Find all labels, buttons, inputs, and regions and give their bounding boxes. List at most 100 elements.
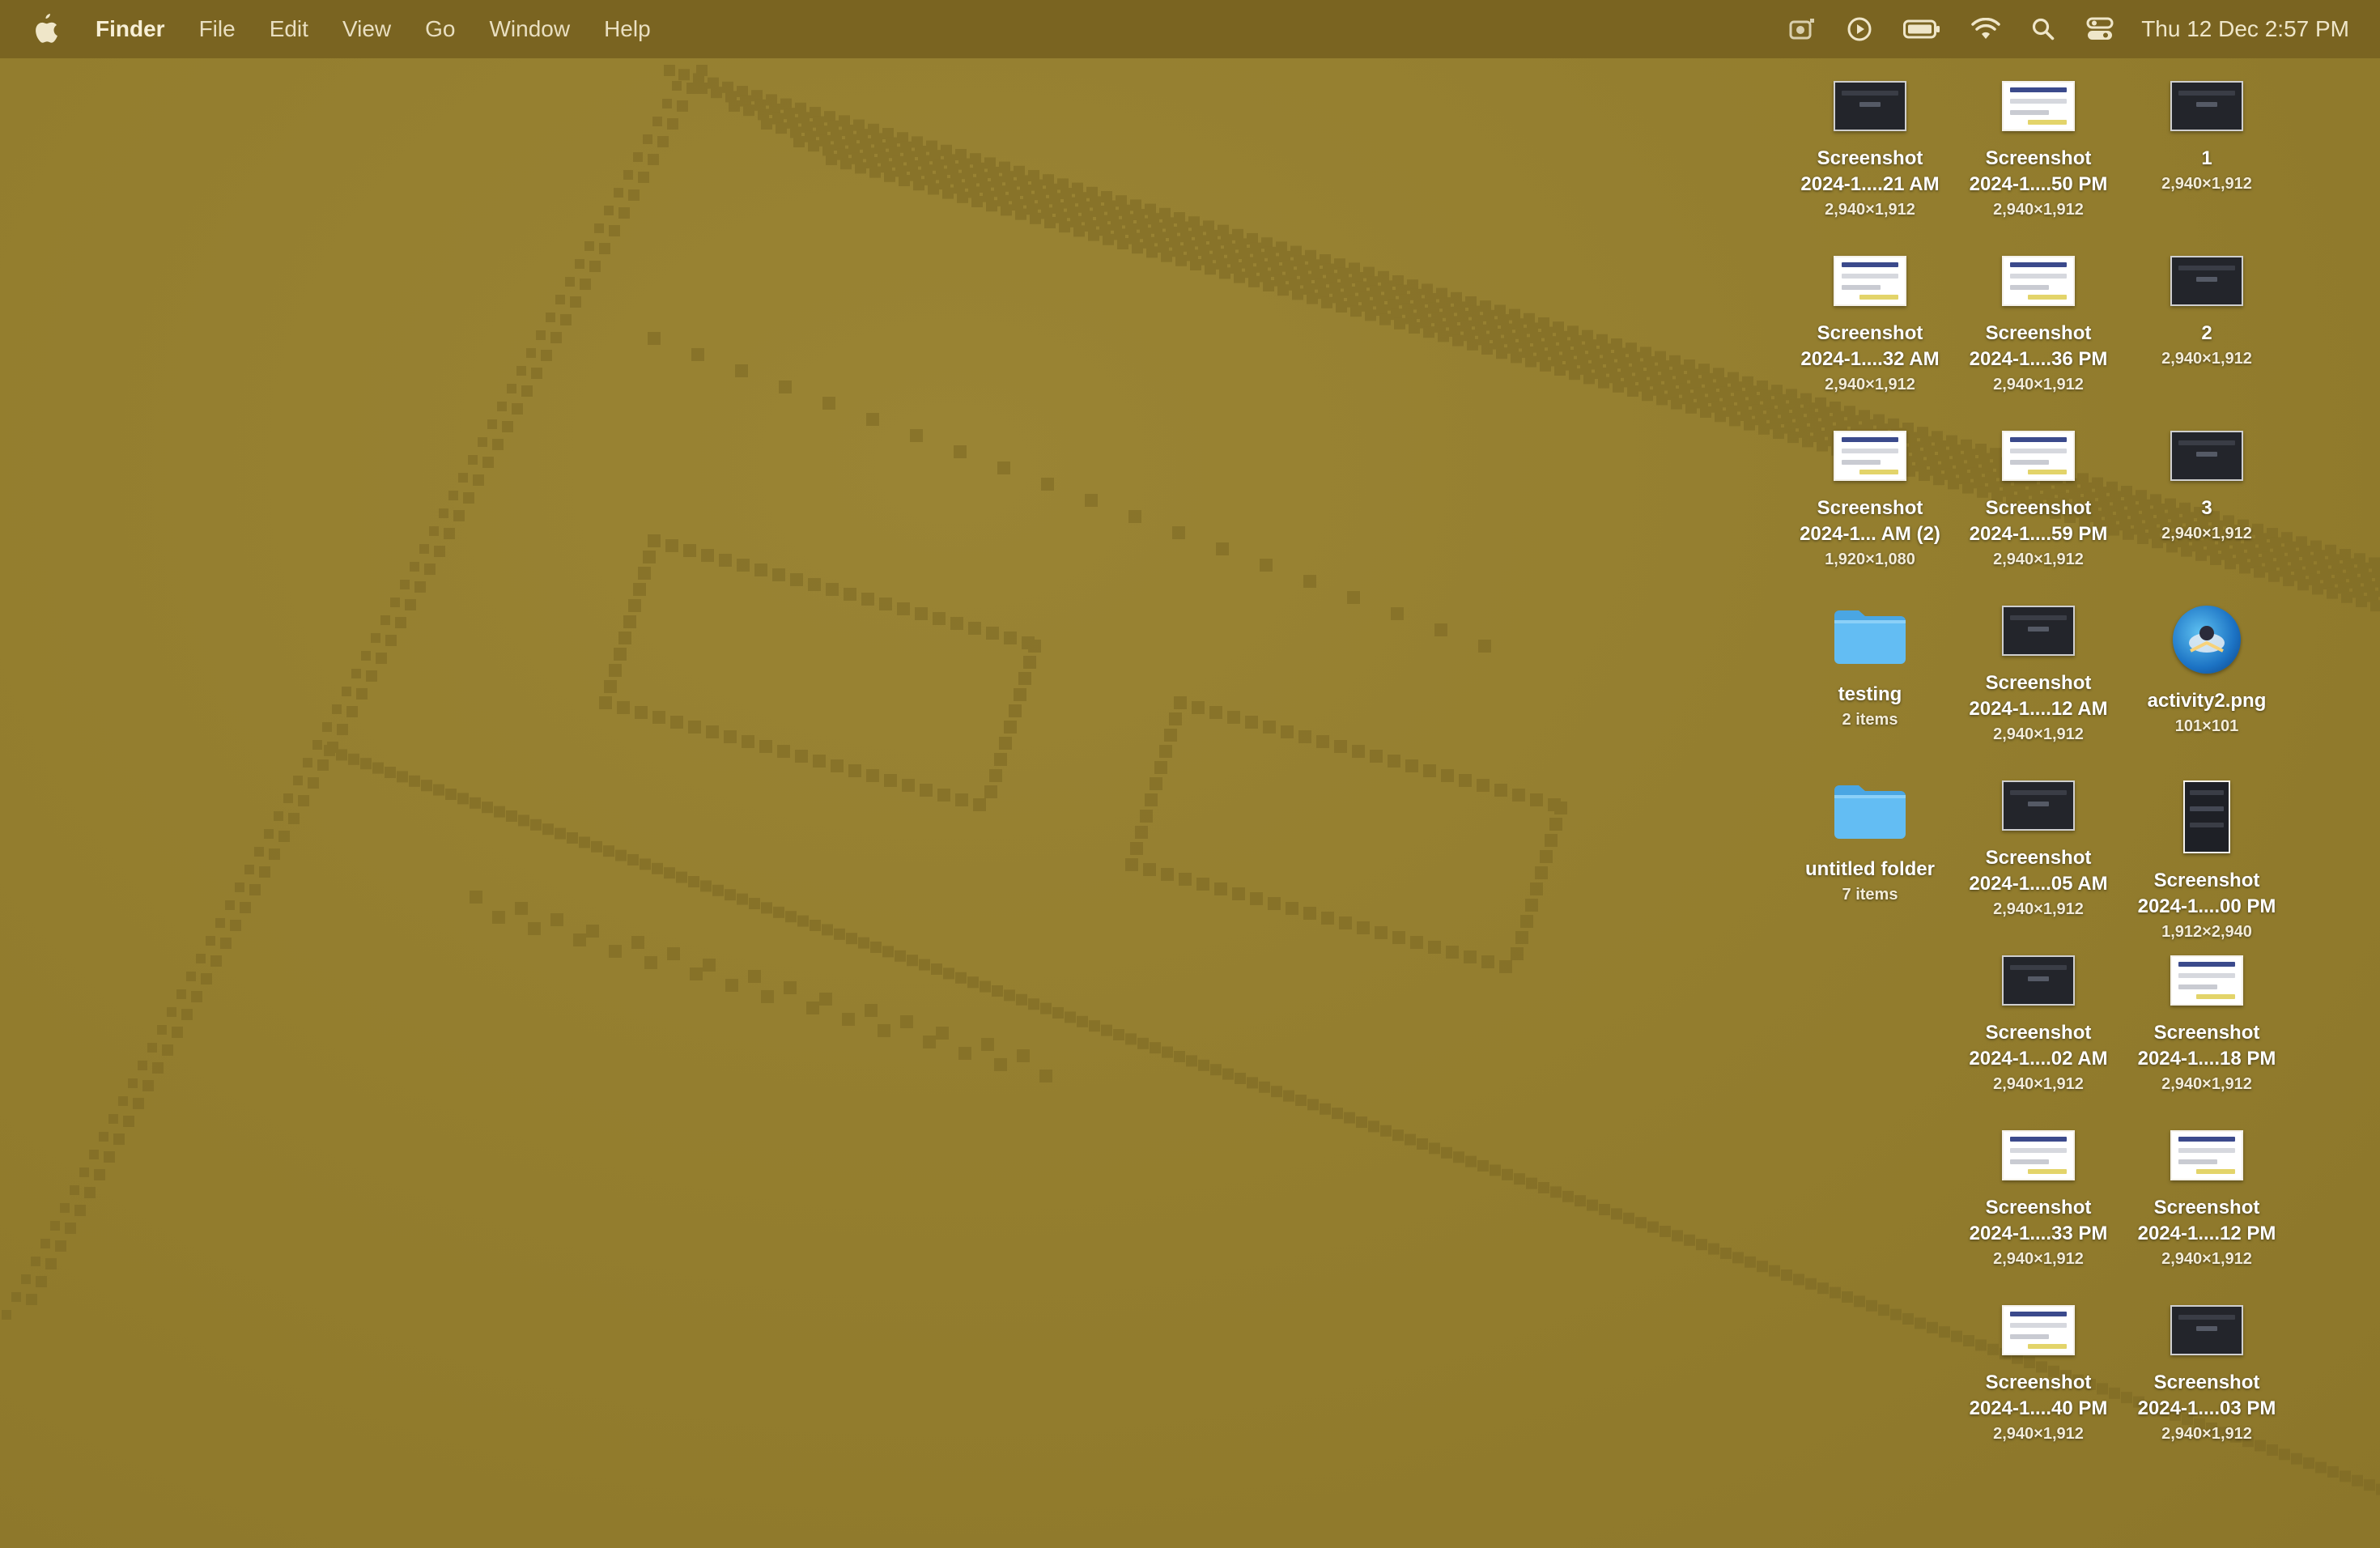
screenshot-thumbnail-icon: [2170, 955, 2243, 1006]
item-meta: 2,940×1,912: [1993, 900, 2084, 918]
desktop-file[interactable]: Screenshot 2024-1....12 AM 2,940×1,912: [1957, 606, 2119, 746]
item-meta: 2,940×1,912: [2161, 1075, 2252, 1093]
folder-icon: [1831, 606, 1909, 667]
desktop-folder[interactable]: testing 2 items: [1789, 606, 1951, 732]
menu-window[interactable]: Window: [489, 16, 570, 42]
apple-menu-icon[interactable]: [32, 14, 58, 45]
desktop-file[interactable]: 2 2,940×1,912: [2126, 256, 2288, 371]
menu-finder[interactable]: Finder: [96, 16, 165, 42]
screenshot-thumbnail-icon: [2002, 431, 2075, 481]
item-meta: 2,940×1,912: [1993, 551, 2084, 568]
screenshot-thumbnail-icon: [2002, 1130, 2075, 1180]
item-name: 2: [2201, 322, 2212, 344]
menu-view[interactable]: View: [342, 16, 391, 42]
item-name: Screenshot: [1817, 147, 1923, 169]
item-meta: 2,940×1,912: [2161, 525, 2252, 542]
play-circle-icon[interactable]: [1847, 16, 1872, 42]
desktop-file[interactable]: Screenshot 2024-1....18 PM 2,940×1,912: [2126, 955, 2288, 1096]
desktop-file[interactable]: Screenshot 2024-1....59 PM 2,940×1,912: [1957, 431, 2119, 572]
desktop-file[interactable]: Screenshot 2024-1....05 AM 2,940×1,912: [1957, 780, 2119, 921]
item-meta: 2,940×1,912: [1993, 1425, 2084, 1443]
screenshot-thumbnail-icon: [2002, 81, 2075, 131]
item-name: Screenshot: [1985, 1372, 2092, 1393]
desktop-file[interactable]: Screenshot 2024-1....40 PM 2,940×1,912: [1957, 1305, 2119, 1446]
item-meta: 2,940×1,912: [1993, 376, 2084, 393]
wifi-icon[interactable]: [1971, 18, 2000, 40]
item-meta: 2,940×1,912: [2161, 175, 2252, 193]
screenshot-thumbnail-icon: [2002, 780, 2075, 831]
menu-file[interactable]: File: [199, 16, 236, 42]
screenshot-thumbnail-icon: [2002, 1305, 2075, 1355]
image-thumbnail-icon: [2173, 606, 2241, 674]
item-meta: 7 items: [1842, 886, 1898, 904]
desktop-file[interactable]: Screenshot 2024-1....00 PM 1,912×2,940: [2126, 780, 2288, 944]
screenshot-thumbnail-icon: [2170, 431, 2243, 481]
battery-icon[interactable]: [1903, 19, 1940, 39]
lunar-icon[interactable]: [1788, 17, 1816, 41]
desktop-file[interactable]: activity2.png 101×101: [2126, 606, 2288, 738]
item-name: Screenshot: [1985, 1022, 2092, 1044]
item-name: Screenshot: [2153, 870, 2260, 891]
item-name: 1: [2201, 147, 2212, 169]
item-subtitle: 2024-1....40 PM: [1969, 1397, 2108, 1419]
item-subtitle: 2024-1....33 PM: [1969, 1223, 2108, 1244]
search-icon[interactable]: [2031, 17, 2055, 41]
desktop-file[interactable]: Screenshot 2024-1....32 AM 2,940×1,912: [1789, 256, 1951, 397]
item-meta: 2,940×1,912: [2161, 350, 2252, 368]
desktop-file[interactable]: Screenshot 2024-1....03 PM 2,940×1,912: [2126, 1305, 2288, 1446]
screenshot-thumbnail-icon: [2002, 606, 2075, 656]
item-name: untitled folder: [1805, 858, 1935, 880]
item-subtitle: 2024-1....32 AM: [1800, 348, 1940, 370]
item-subtitle: 2024-1....03 PM: [2137, 1397, 2276, 1419]
screenshot-thumbnail-icon: [1834, 431, 1906, 481]
desktop-file[interactable]: Screenshot 2024-1....33 PM 2,940×1,912: [1957, 1130, 2119, 1271]
item-subtitle: 2024-1....59 PM: [1969, 523, 2108, 545]
desktop-folder[interactable]: untitled folder 7 items: [1789, 780, 1951, 907]
menu-clock[interactable]: Thu 12 Dec 2:57 PM: [2141, 16, 2349, 42]
screenshot-thumbnail-icon: [2170, 81, 2243, 131]
screenshot-thumbnail-icon: [2183, 780, 2230, 853]
item-subtitle: 2024-1....21 AM: [1800, 173, 1940, 195]
control-center-icon[interactable]: [2086, 17, 2114, 41]
folder-icon: [1831, 780, 1909, 842]
item-meta: 2,940×1,912: [1993, 1250, 2084, 1268]
desktop-file[interactable]: 3 2,940×1,912: [2126, 431, 2288, 546]
item-name: Screenshot: [2153, 1022, 2260, 1044]
screenshot-thumbnail-icon: [2170, 1305, 2243, 1355]
desktop-file[interactable]: Screenshot 2024-1....21 AM 2,940×1,912: [1789, 81, 1951, 222]
item-meta: 2,940×1,912: [1825, 201, 1915, 219]
screenshot-thumbnail-icon: [1834, 256, 1906, 306]
screenshot-thumbnail-icon: [2170, 256, 2243, 306]
item-subtitle: 2024-1....18 PM: [2137, 1048, 2276, 1070]
item-subtitle: 2024-1....12 AM: [1969, 698, 2108, 720]
item-name: 3: [2201, 497, 2212, 519]
item-name: Screenshot: [1985, 322, 2092, 344]
menu-edit[interactable]: Edit: [270, 16, 308, 42]
item-meta: 1,912×2,940: [2161, 923, 2252, 941]
desktop-file[interactable]: Screenshot 2024-1... AM (2) 1,920×1,080: [1789, 431, 1951, 572]
item-subtitle: 2024-1... AM (2): [1800, 523, 1940, 545]
item-subtitle: 2024-1....50 PM: [1969, 173, 2108, 195]
menu-go[interactable]: Go: [425, 16, 455, 42]
item-meta: 2,940×1,912: [1993, 201, 2084, 219]
item-meta: 2 items: [1842, 711, 1898, 729]
screenshot-thumbnail-icon: [2002, 256, 2075, 306]
desktop-file[interactable]: Screenshot 2024-1....02 AM 2,940×1,912: [1957, 955, 2119, 1096]
item-name: testing: [1838, 683, 1902, 705]
item-name: Screenshot: [1985, 847, 2092, 869]
item-name: Screenshot: [1817, 497, 1923, 519]
desktop-file[interactable]: Screenshot 2024-1....12 PM 2,940×1,912: [2126, 1130, 2288, 1271]
item-name: Screenshot: [2153, 1372, 2260, 1393]
item-name: Screenshot: [1985, 672, 2092, 694]
screenshot-thumbnail-icon: [2002, 955, 2075, 1006]
desktop-file[interactable]: Screenshot 2024-1....36 PM 2,940×1,912: [1957, 256, 2119, 397]
desktop-file[interactable]: 1 2,940×1,912: [2126, 81, 2288, 196]
item-meta: 101×101: [2174, 717, 2239, 735]
item-name: activity2.png: [2147, 690, 2267, 712]
desktop-file[interactable]: Screenshot 2024-1....50 PM 2,940×1,912: [1957, 81, 2119, 222]
item-meta: 2,940×1,912: [2161, 1425, 2252, 1443]
item-name: Screenshot: [1985, 497, 2092, 519]
menu-bar: Finder File Edit View Go Window Help Thu…: [0, 0, 2380, 58]
item-subtitle: 2024-1....36 PM: [1969, 348, 2108, 370]
menu-help[interactable]: Help: [604, 16, 651, 42]
